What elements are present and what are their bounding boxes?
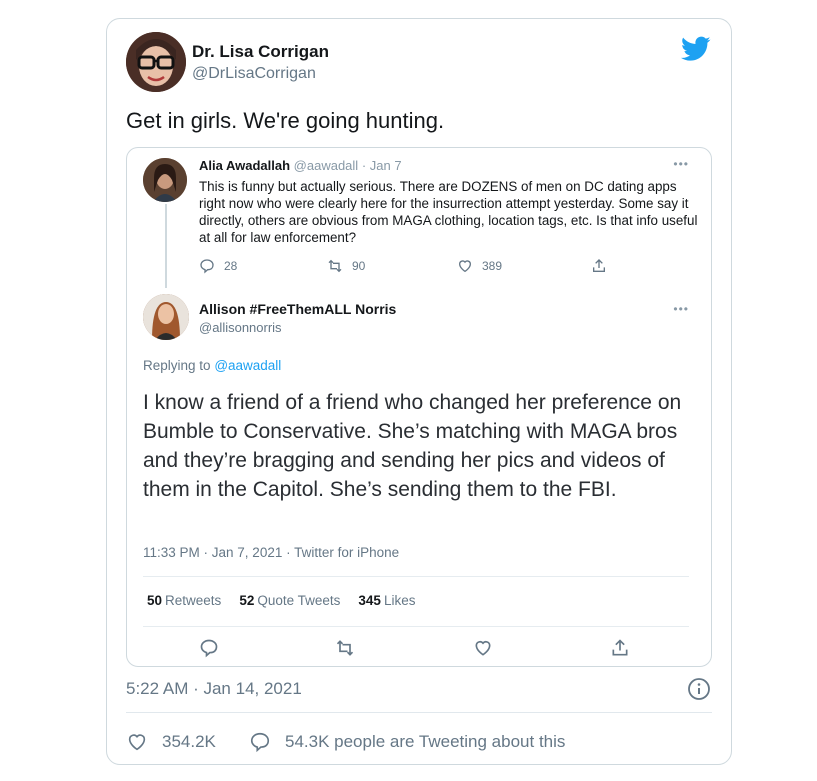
quoted-a-date: · Jan 7	[361, 158, 402, 173]
quoted-a-like: 389	[457, 258, 502, 274]
quoted-a-retweet: 90	[327, 258, 365, 274]
quoted-a-replies-count: 28	[224, 259, 238, 273]
reply-icon	[200, 639, 218, 658]
embedded-screenshot[interactable]: Alia Awadallah @aawadall · Jan 7 ••• Thi…	[126, 147, 712, 667]
chat-bubble-icon	[250, 732, 270, 753]
like-button[interactable]: 354.2K	[126, 730, 216, 754]
quoted-a-name: Alia Awadallah	[199, 158, 291, 173]
quoted-b-text: I know a friend of a friend who changed …	[143, 391, 682, 501]
retweets-count: 50	[147, 593, 163, 608]
tweet-text: Get in girls. We're going hunting.	[126, 108, 445, 133]
quoted-a-likes-count: 389	[482, 259, 503, 273]
quoted-a-header: Alia Awadallah @aawadall · Jan 7	[199, 158, 402, 173]
author-name[interactable]: Dr. Lisa Corrigan	[192, 42, 329, 62]
tweet-timestamp[interactable]: 5:22 AM · Jan 14, 2021	[126, 679, 302, 699]
replying-to: Replying to @aawadall	[143, 358, 281, 373]
retweet-icon	[336, 640, 354, 656]
retweet-icon	[328, 259, 342, 273]
stat-quotes: 52 Quote Tweets	[239, 593, 340, 608]
more-icon: •••	[673, 157, 689, 171]
author-avatar[interactable]	[126, 32, 186, 92]
stat-retweets: 50 Retweets	[147, 593, 221, 608]
thread-line	[165, 204, 167, 288]
quoted-b-actions	[127, 638, 711, 660]
divider	[143, 626, 689, 627]
heart-icon	[475, 640, 491, 656]
quoted-avatar-allison	[143, 294, 189, 340]
info-icon[interactable]	[687, 677, 711, 701]
quotes-count: 52	[239, 593, 255, 608]
quoted-a-handle: @aawadall	[293, 158, 359, 173]
talking-text: 54.3K people are Tweeting about this	[285, 732, 566, 751]
stat-likes: 345 Likes	[358, 593, 415, 608]
quoted-a-text: This is funny but actually serious. Ther…	[199, 179, 698, 245]
quoted-b-handle: @allisonnorris	[199, 320, 282, 335]
quoted-a-reply: 28	[199, 258, 237, 274]
quoted-a-share	[591, 258, 616, 274]
likes-label: Likes	[383, 593, 416, 608]
twitter-bird-icon[interactable]	[681, 36, 711, 62]
tweet-card[interactable]: Dr. Lisa Corrigan @DrLisaCorrigan Get in…	[106, 18, 732, 765]
likes-count: 345	[358, 593, 381, 608]
replying-prefix: Replying to	[143, 358, 211, 373]
replying-handle: @aawadall	[214, 358, 282, 373]
heart-icon	[128, 734, 146, 751]
quoted-b-stats: 50 Retweets 52 Quote Tweets 345 Likes	[147, 593, 415, 608]
talking-link[interactable]: 54.3K people are Tweeting about this	[249, 730, 565, 754]
author-handle[interactable]: @DrLisaCorrigan	[192, 65, 316, 83]
quoted-a-retweets-count: 90	[352, 259, 366, 273]
quoted-b-name: Allison #FreeThemALL Norris	[199, 301, 397, 317]
like-count: 354.2K	[162, 732, 216, 751]
divider	[143, 576, 689, 577]
share-icon	[593, 259, 605, 272]
quoted-a-actions: 28 90 389	[199, 258, 619, 278]
divider	[126, 712, 712, 713]
more-icon: •••	[673, 302, 689, 316]
reply-icon	[200, 259, 214, 274]
quoted-b-timestamp: 11:33 PM · Jan 7, 2021 · Twitter for iPh…	[143, 545, 400, 560]
retweets-label: Retweets	[165, 593, 222, 608]
heart-icon	[458, 260, 472, 273]
quoted-avatar-alia	[143, 158, 187, 202]
share-icon	[612, 639, 628, 656]
quotes-label: Quote Tweets	[257, 593, 341, 608]
